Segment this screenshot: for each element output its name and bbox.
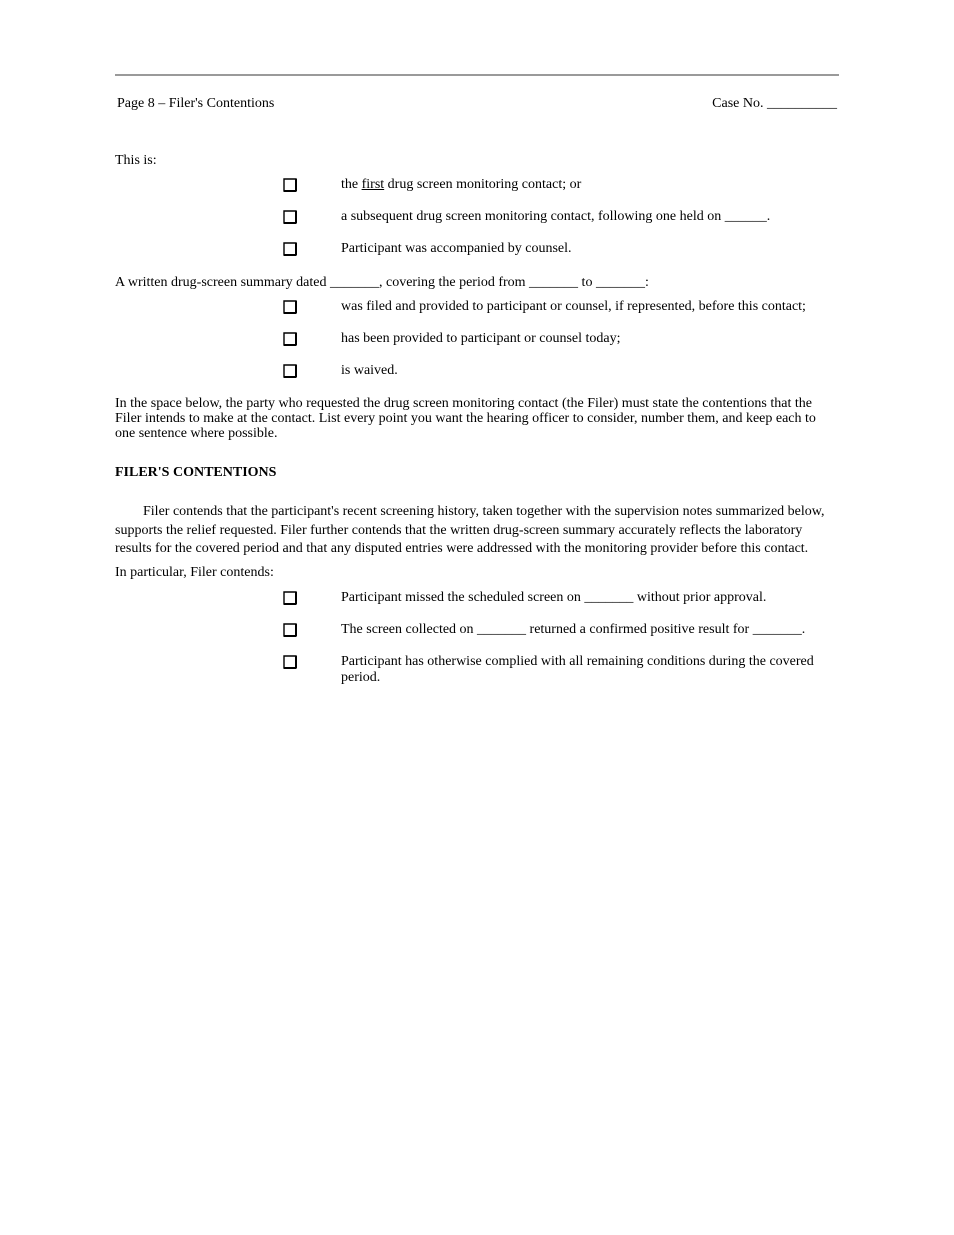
underlined-word: first [362, 177, 385, 192]
checkbox-icon [283, 364, 297, 378]
header-case-number: Case No. __________ [712, 96, 837, 112]
contentions-paragraph: Filer contends that the participant's re… [115, 503, 839, 558]
checkbox-icon [283, 623, 297, 637]
checkbox-icon [283, 178, 297, 192]
bullet-text: has been provided to participant or coun… [341, 331, 621, 346]
bullet-text: Participant has otherwise complied with … [341, 654, 814, 685]
bullet-item: Participant was accompanied by counsel. [283, 241, 839, 257]
checkbox-icon [283, 210, 297, 224]
horizontal-rule [115, 74, 839, 76]
checkbox-icon [283, 591, 297, 605]
lead-line-1: This is: [115, 154, 839, 169]
bullet-text: The screen collected on _______ returned… [341, 622, 805, 637]
section-heading: FILER'S CONTENTIONS [115, 465, 839, 481]
bullet-text: is waived. [341, 363, 398, 378]
bullet-text: the first drug screen monitoring contact… [341, 177, 581, 192]
list-intro: In particular, Filer contends: [115, 564, 839, 582]
bullet-item: is waived. [283, 363, 839, 379]
lead-line-2: A written drug-screen summary dated ____… [115, 275, 839, 291]
bullet-list-2: was filed and provided to participant or… [115, 299, 839, 379]
bullet-item: was filed and provided to participant or… [283, 299, 839, 315]
bullet-item: the first drug screen monitoring contact… [283, 177, 839, 193]
instructions-paragraph: In the space below, the party who reques… [115, 397, 839, 441]
bullet-item: The screen collected on _______ returned… [283, 622, 839, 638]
checkbox-icon [283, 300, 297, 314]
bullet-list-1: the first drug screen monitoring contact… [115, 177, 839, 257]
bullet-item: has been provided to participant or coun… [283, 331, 839, 347]
bullet-item: Participant has otherwise complied with … [283, 654, 839, 686]
bullet-list-3: Participant missed the scheduled screen … [115, 590, 839, 686]
checkbox-icon [283, 332, 297, 346]
header-title: Page 8 – Filer's Contentions [117, 96, 274, 112]
bullet-text: was filed and provided to participant or… [341, 299, 806, 314]
checkbox-icon [283, 655, 297, 669]
bullet-item: Participant missed the scheduled screen … [283, 590, 839, 606]
bullet-text: Participant was accompanied by counsel. [341, 241, 572, 256]
checkbox-icon [283, 242, 297, 256]
page-header: Page 8 – Filer's Contentions Case No. __… [117, 96, 837, 112]
bullet-item: a subsequent drug screen monitoring cont… [283, 209, 839, 225]
bullet-text: a subsequent drug screen monitoring cont… [341, 209, 770, 224]
bullet-text: Participant missed the scheduled screen … [341, 590, 766, 605]
